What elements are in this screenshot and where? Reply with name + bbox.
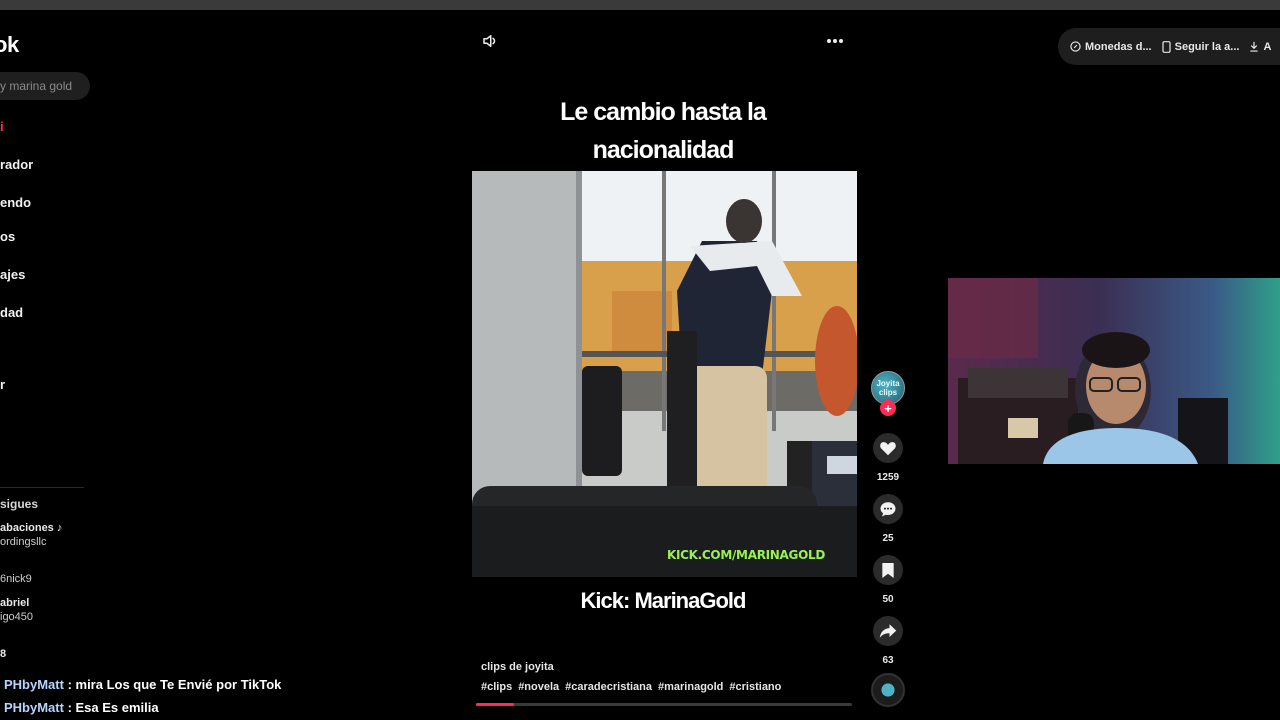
account-name: 8 (0, 648, 7, 660)
sidebar-divider (0, 487, 84, 488)
follow-app-label: Seguir la a... (1174, 40, 1240, 53)
window-top-strip (0, 0, 1280, 10)
like-button[interactable] (873, 433, 903, 463)
sidebar-item-1[interactable]: rador (0, 157, 33, 172)
hashtag-link[interactable]: #marinagold (658, 681, 723, 693)
chat-username: PHbyMatt (4, 700, 64, 715)
webcam-image (948, 278, 1280, 464)
follow-plus-icon[interactable]: + (880, 400, 896, 416)
hashtag-link[interactable]: #caradecristiana (565, 681, 652, 693)
comment-button[interactable] (873, 494, 903, 524)
save-button[interactable] (873, 555, 903, 585)
video-player[interactable]: KICK.COM/MARINAGOLD (472, 171, 857, 577)
chat-username: PHbyMatt (4, 677, 64, 692)
music-disc-icon[interactable] (871, 673, 905, 707)
save-count: 50 (882, 594, 894, 605)
avatar-text: Joyita clips (876, 379, 900, 397)
comment-icon (880, 502, 896, 517)
sidebar-item-3[interactable]: os (0, 229, 15, 244)
chat-text: : mira Los que Te Envié por TikTok (63, 677, 282, 692)
volume-icon[interactable] (479, 30, 501, 52)
download-icon (1250, 41, 1259, 52)
sidebar-item-6[interactable]: r (0, 377, 5, 392)
video-caption-line2: nacionalidad (592, 136, 735, 164)
following-section-title: sigues (0, 497, 39, 511)
video-frame-image (472, 171, 857, 577)
followed-account[interactable]: 6nick9 (0, 572, 32, 586)
share-count: 63 (882, 655, 894, 666)
hashtag-link[interactable]: #cristiano (729, 681, 781, 693)
streamer-webcam (948, 278, 1280, 464)
video-progress-fill (476, 703, 514, 706)
video-caption-bottom: Kick: MarinaGold (580, 588, 747, 613)
chat-text: : Esa Es emilia (63, 700, 159, 715)
chat-message: PHbyMatt : mira Los que Te Envié por Tik… (4, 677, 281, 692)
account-handle: ordingsllc (0, 536, 47, 548)
bookmark-icon (882, 562, 894, 578)
coin-icon (1070, 41, 1081, 52)
comment-count: 25 (882, 533, 894, 544)
account-handle: 6nick9 (0, 573, 32, 585)
get-coins-label: Monedas d... (1085, 40, 1152, 53)
video-caption-line1: Le cambio hasta la (560, 98, 767, 126)
followed-account[interactable]: abaciones ♪ ordingsllc (0, 521, 62, 549)
sidebar-item-0[interactable]: i (0, 119, 4, 134)
followed-account[interactable]: abriel igo450 (0, 596, 33, 624)
download-label: A (1263, 40, 1272, 53)
sidebar-item-2[interactable]: endo (0, 195, 31, 210)
video-watermark: KICK.COM/MARINAGOLD (667, 548, 825, 562)
account-name: abriel (0, 597, 30, 609)
hashtag-link[interactable]: #clips (481, 681, 512, 693)
search-input[interactable]: y marina gold (0, 72, 90, 100)
account-name: abaciones ♪ (0, 522, 63, 534)
account-handle: igo450 (0, 611, 34, 623)
video-hashtags: #clips #novela #caradecristiana #marinagold… (481, 681, 787, 693)
share-icon (879, 624, 897, 638)
followed-account[interactable]: 8 (0, 647, 6, 661)
get-coins-button[interactable]: Monedas d... (1070, 41, 1152, 53)
sidebar-item-5[interactable]: dad (0, 305, 23, 320)
hashtag-link[interactable]: #novela (518, 681, 559, 693)
sidebar-item-4[interactable]: ajes (0, 267, 25, 282)
search-placeholder: y marina gold (0, 79, 73, 93)
video-progress-bar[interactable] (476, 703, 852, 706)
like-count: 1259 (876, 472, 900, 483)
phone-icon (1162, 40, 1171, 53)
share-button[interactable] (873, 616, 903, 646)
follow-app-button[interactable]: Seguir la a... (1162, 40, 1240, 53)
chat-message: PHbyMatt : Esa Es emilia (4, 700, 159, 715)
video-author[interactable]: clips de joyita (481, 661, 554, 673)
download-button[interactable]: A (1249, 41, 1271, 53)
heart-icon (880, 442, 896, 456)
app-logo[interactable]: ok (0, 32, 19, 58)
more-options-icon[interactable] (824, 30, 846, 52)
top-actions-pill: Monedas d... Seguir la a... A (1058, 28, 1280, 65)
